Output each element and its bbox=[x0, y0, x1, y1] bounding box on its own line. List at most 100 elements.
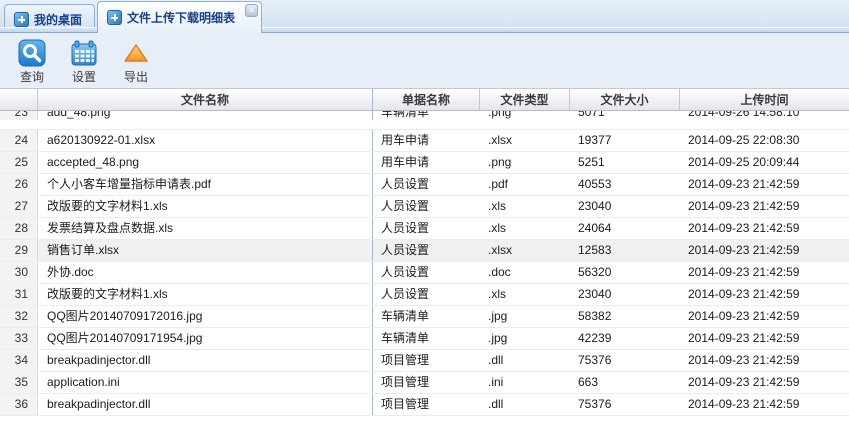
table-row[interactable]: 36 breakpadinjector.dll 项目管理 .dll 75376 … bbox=[0, 394, 849, 416]
row-number-cell: 29 bbox=[0, 240, 38, 261]
file-size-cell: 24064 bbox=[570, 218, 680, 239]
table-row[interactable]: 27 改版要的文字材料1.xls 人员设置 .xls 23040 2014-09… bbox=[0, 196, 849, 218]
export-triangle-icon bbox=[122, 39, 150, 67]
row-number-cell: 28 bbox=[0, 218, 38, 239]
doc-name-cell: 用车申请 bbox=[373, 130, 480, 151]
table-row[interactable]: 34 breakpadinjector.dll 项目管理 .dll 75376 … bbox=[0, 350, 849, 372]
row-number-cell: 32 bbox=[0, 306, 38, 327]
file-type-cell: .xls bbox=[480, 284, 570, 305]
file-type-cell: .png bbox=[480, 111, 570, 120]
table-row[interactable]: 24 a620130922-01.xlsx 用车申请 .xlsx 19377 2… bbox=[0, 130, 849, 152]
header-upload-time[interactable]: 上传时间 bbox=[680, 89, 849, 110]
file-name-cell: a620130922-01.xlsx bbox=[38, 130, 373, 151]
doc-name-cell: 车辆清单 bbox=[373, 111, 480, 120]
table-row[interactable]: 25 accepted_48.png 用车申请 .png 5251 2014-0… bbox=[0, 152, 849, 174]
doc-name-cell: 人员设置 bbox=[373, 284, 480, 305]
file-size-cell: 42239 bbox=[570, 328, 680, 349]
file-size-cell: 663 bbox=[570, 372, 680, 393]
search-icon bbox=[18, 39, 46, 67]
table-row[interactable]: 28 发票结算及盘点数据.xls 人员设置 .xls 24064 2014-09… bbox=[0, 218, 849, 240]
window-plus-icon bbox=[14, 12, 29, 27]
file-name-cell: 销售订单.xlsx bbox=[38, 240, 373, 261]
upload-time-cell: 2014-09-23 21:42:59 bbox=[680, 284, 849, 305]
upload-time-cell: 2014-09-23 21:42:59 bbox=[680, 306, 849, 327]
table-row[interactable]: 32 QQ图片20140709172016.jpg 车辆清单 .jpg 5838… bbox=[0, 306, 849, 328]
doc-name-cell: 车辆清单 bbox=[373, 306, 480, 327]
row-number-cell: 33 bbox=[0, 328, 38, 349]
table-row[interactable]: 29 销售订单.xlsx 人员设置 .xlsx 12583 2014-09-23… bbox=[0, 240, 849, 262]
doc-name-cell: 人员设置 bbox=[373, 174, 480, 195]
file-size-cell: 12583 bbox=[570, 240, 680, 261]
settings-button[interactable]: 设置 bbox=[60, 37, 108, 85]
table-row[interactable]: 33 QQ图片20140709171954.jpg 车辆清单 .jpg 4223… bbox=[0, 328, 849, 350]
table-row[interactable]: 31 改版要的文字材料1.xls 人员设置 .xls 23040 2014-09… bbox=[0, 284, 849, 306]
tab-label: 我的桌面 bbox=[34, 11, 82, 28]
header-doc-name[interactable]: 单据名称 bbox=[373, 89, 480, 110]
tab-file-upload-detail[interactable]: 文件上传下载明细表 ✕ bbox=[97, 1, 262, 33]
row-number-cell: 34 bbox=[0, 350, 38, 371]
file-name-cell: accepted_48.png bbox=[38, 152, 373, 173]
grid-header: 文件名称 单据名称 文件类型 文件大小 上传时间 bbox=[0, 89, 849, 111]
table-row[interactable]: 30 外协.doc 人员设置 .doc 56320 2014-09-23 21:… bbox=[0, 262, 849, 284]
file-size-cell: 23040 bbox=[570, 196, 680, 217]
table-row[interactable]: 23 add_48.png 车辆清单 .png 5071 2014-09-26 … bbox=[0, 111, 849, 130]
file-size-cell: 75376 bbox=[570, 394, 680, 415]
settings-button-label: 设置 bbox=[72, 68, 96, 85]
file-name-cell: 外协.doc bbox=[38, 262, 373, 283]
tab-label: 文件上传下载明细表 bbox=[127, 9, 235, 26]
table-row[interactable]: 26 个人小客车增量指标申请表.pdf 人员设置 .pdf 40553 2014… bbox=[0, 174, 849, 196]
upload-time-cell: 2014-09-23 21:42:59 bbox=[680, 196, 849, 217]
file-type-cell: .xlsx bbox=[480, 130, 570, 151]
doc-name-cell: 用车申请 bbox=[373, 152, 480, 173]
file-name-cell: breakpadinjector.dll bbox=[38, 350, 373, 371]
header-file-size[interactable]: 文件大小 bbox=[570, 89, 680, 110]
file-name-cell: 个人小客车增量指标申请表.pdf bbox=[38, 174, 373, 195]
doc-name-cell: 人员设置 bbox=[373, 218, 480, 239]
file-name-cell: 改版要的文字材料1.xls bbox=[38, 284, 373, 305]
row-number-cell: 35 bbox=[0, 372, 38, 393]
toolbar: 查询 设置 bbox=[0, 33, 849, 88]
file-name-cell: 改版要的文字材料1.xls bbox=[38, 196, 373, 217]
calendar-icon bbox=[70, 39, 98, 67]
grid-body: 23 add_48.png 车辆清单 .png 5071 2014-09-26 … bbox=[0, 111, 849, 425]
file-size-cell: 23040 bbox=[570, 284, 680, 305]
doc-name-cell: 项目管理 bbox=[373, 350, 480, 371]
doc-name-cell: 项目管理 bbox=[373, 394, 480, 415]
file-detail-grid: 文件名称 单据名称 文件类型 文件大小 上传时间 23 add_48.png 车… bbox=[0, 88, 849, 425]
export-button-label: 导出 bbox=[124, 68, 148, 85]
row-number-cell: 31 bbox=[0, 284, 38, 305]
file-size-cell: 58382 bbox=[570, 306, 680, 327]
export-button[interactable]: 导出 bbox=[112, 37, 160, 85]
row-number-cell: 23 bbox=[0, 111, 38, 120]
file-size-cell: 5071 bbox=[570, 111, 680, 120]
upload-time-cell: 2014-09-25 22:08:30 bbox=[680, 130, 849, 151]
tab-close-icon[interactable]: ✕ bbox=[245, 4, 258, 17]
header-file-name[interactable]: 文件名称 bbox=[38, 89, 373, 110]
file-name-cell: application.ini bbox=[38, 372, 373, 393]
doc-name-cell: 项目管理 bbox=[373, 372, 480, 393]
window-plus-icon bbox=[107, 10, 122, 25]
file-type-cell: .xls bbox=[480, 218, 570, 239]
upload-time-cell: 2014-09-23 21:42:59 bbox=[680, 328, 849, 349]
file-type-cell: .dll bbox=[480, 394, 570, 415]
tab-bar: 我的桌面 文件上传下载明细表 ✕ bbox=[0, 0, 849, 33]
upload-time-cell: 2014-09-23 21:42:59 bbox=[680, 394, 849, 415]
doc-name-cell: 人员设置 bbox=[373, 262, 480, 283]
file-type-cell: .png bbox=[480, 152, 570, 173]
file-name-cell: QQ图片20140709171954.jpg bbox=[38, 328, 373, 349]
upload-time-cell: 2014-09-23 21:42:59 bbox=[680, 350, 849, 371]
file-size-cell: 75376 bbox=[570, 350, 680, 371]
upload-time-cell: 2014-09-23 21:42:59 bbox=[680, 240, 849, 261]
header-file-type[interactable]: 文件类型 bbox=[480, 89, 570, 110]
upload-time-cell: 2014-09-26 14:58:10 bbox=[680, 111, 849, 120]
query-button[interactable]: 查询 bbox=[8, 37, 56, 85]
row-number-cell: 25 bbox=[0, 152, 38, 173]
row-number-cell: 27 bbox=[0, 196, 38, 217]
file-type-cell: .ini bbox=[480, 372, 570, 393]
file-name-cell: QQ图片20140709172016.jpg bbox=[38, 306, 373, 327]
file-type-cell: .jpg bbox=[480, 306, 570, 327]
file-size-cell: 19377 bbox=[570, 130, 680, 151]
row-number-cell: 36 bbox=[0, 394, 38, 415]
file-type-cell: .pdf bbox=[480, 174, 570, 195]
table-row[interactable]: 35 application.ini 项目管理 .ini 663 2014-09… bbox=[0, 372, 849, 394]
